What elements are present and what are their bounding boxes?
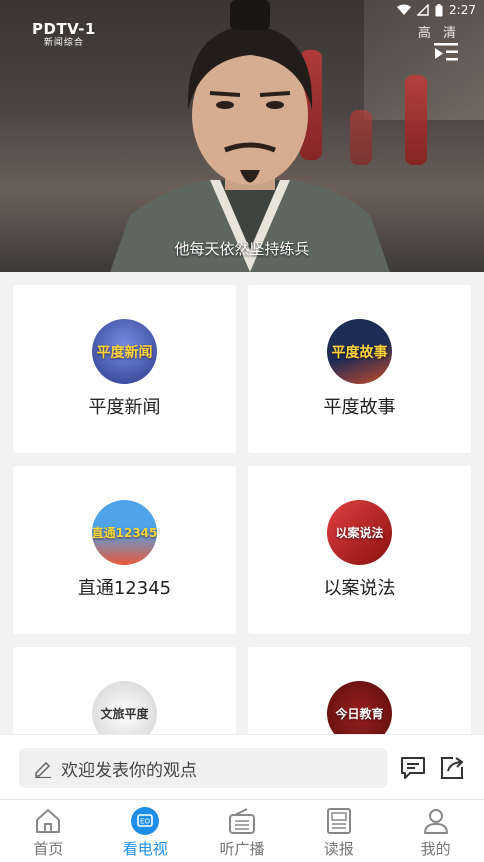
- video-background-lantern: [405, 75, 427, 165]
- playlist-icon[interactable]: [434, 42, 458, 62]
- share-icon[interactable]: [439, 755, 465, 781]
- program-label: 平度新闻: [88, 397, 161, 418]
- battery-icon: [435, 3, 443, 16]
- app-root: 2:27 PDTV-1 新闻综合 高 清 他每天依然坚持练兵 平度新闻 平度新闻…: [0, 0, 484, 862]
- signal-icon: [417, 4, 429, 16]
- program-thumbnail-text: 今日教育: [335, 707, 384, 721]
- program-thumbnail: 以案说法: [327, 500, 392, 565]
- home-icon: [36, 809, 61, 833]
- comment-bar: 欢迎发表你的观点: [0, 734, 484, 799]
- program-thumbnail: 直通12345: [92, 500, 157, 565]
- program-thumbnail: 今日教育: [327, 681, 392, 734]
- program-card[interactable]: 文旅平度: [13, 647, 236, 734]
- user-icon: [423, 809, 448, 834]
- tab-label: 我的: [420, 840, 451, 858]
- program-card[interactable]: 平度故事 平度故事: [248, 285, 471, 453]
- tv-icon: EO: [131, 807, 160, 835]
- comments-icon[interactable]: [400, 755, 426, 781]
- program-thumbnail-text: 文旅平度: [100, 707, 149, 721]
- channel-logo-main: PDTV-1: [32, 20, 96, 38]
- program-card[interactable]: 以案说法 以案说法: [248, 466, 471, 634]
- radio-icon: [228, 808, 255, 834]
- status-bar: 2:27: [0, 0, 484, 22]
- tab-label: 看电视: [122, 840, 168, 858]
- tab-label: 读报: [323, 840, 354, 858]
- program-label: 平度故事: [323, 397, 396, 418]
- program-card[interactable]: 直通12345 直通12345: [13, 466, 236, 634]
- program-thumbnail: 文旅平度: [92, 681, 157, 734]
- program-card[interactable]: 今日教育: [248, 647, 471, 734]
- program-grid: 平度新闻 平度新闻 平度故事 平度故事 直通12345 直通12345 以案说法…: [0, 272, 484, 734]
- wifi-icon: [397, 4, 412, 15]
- program-thumbnail: 平度故事: [327, 319, 392, 384]
- program-label: 直通12345: [77, 578, 172, 599]
- video-subtitle: 他每天依然坚持练兵: [174, 240, 310, 258]
- tab-home[interactable]: 首页: [0, 800, 97, 862]
- video-frame-figure: [110, 0, 390, 272]
- newspaper-icon: [326, 808, 351, 834]
- program-thumbnail-text: 平度故事: [331, 344, 388, 361]
- comment-placeholder: 欢迎发表你的观点: [61, 760, 197, 781]
- tab-radio[interactable]: 听广播: [194, 800, 291, 862]
- program-thumbnail-text: 直通12345: [92, 526, 157, 540]
- tab-profile[interactable]: 我的: [387, 800, 484, 862]
- program-thumbnail-text: 平度新闻: [96, 344, 153, 361]
- pencil-icon: [35, 761, 51, 778]
- status-icons: 2:27: [397, 3, 476, 17]
- program-label: 以案说法: [323, 578, 396, 599]
- channel-logo: PDTV-1 新闻综合: [32, 22, 96, 48]
- tab-label: 听广播: [219, 840, 265, 858]
- program-card[interactable]: 平度新闻 平度新闻: [13, 285, 236, 453]
- program-thumbnail-text: 以案说法: [335, 526, 384, 540]
- tab-newspaper[interactable]: 读报: [290, 800, 387, 862]
- status-time: 2:27: [449, 3, 476, 17]
- video-player[interactable]: 2:27 PDTV-1 新闻综合 高 清 他每天依然坚持练兵: [0, 0, 484, 272]
- bottom-tab-bar: 首页 EO 看电视 听广播 读报 我的: [0, 799, 484, 862]
- channel-logo-sub: 新闻综合: [43, 38, 84, 48]
- quality-selector[interactable]: 高 清: [418, 22, 460, 41]
- tab-tv[interactable]: EO 看电视: [97, 800, 194, 862]
- program-thumbnail: 平度新闻: [92, 319, 157, 384]
- svg-text:EO: EO: [140, 818, 150, 826]
- comment-input[interactable]: 欢迎发表你的观点: [19, 748, 387, 788]
- tab-label: 首页: [33, 840, 64, 858]
